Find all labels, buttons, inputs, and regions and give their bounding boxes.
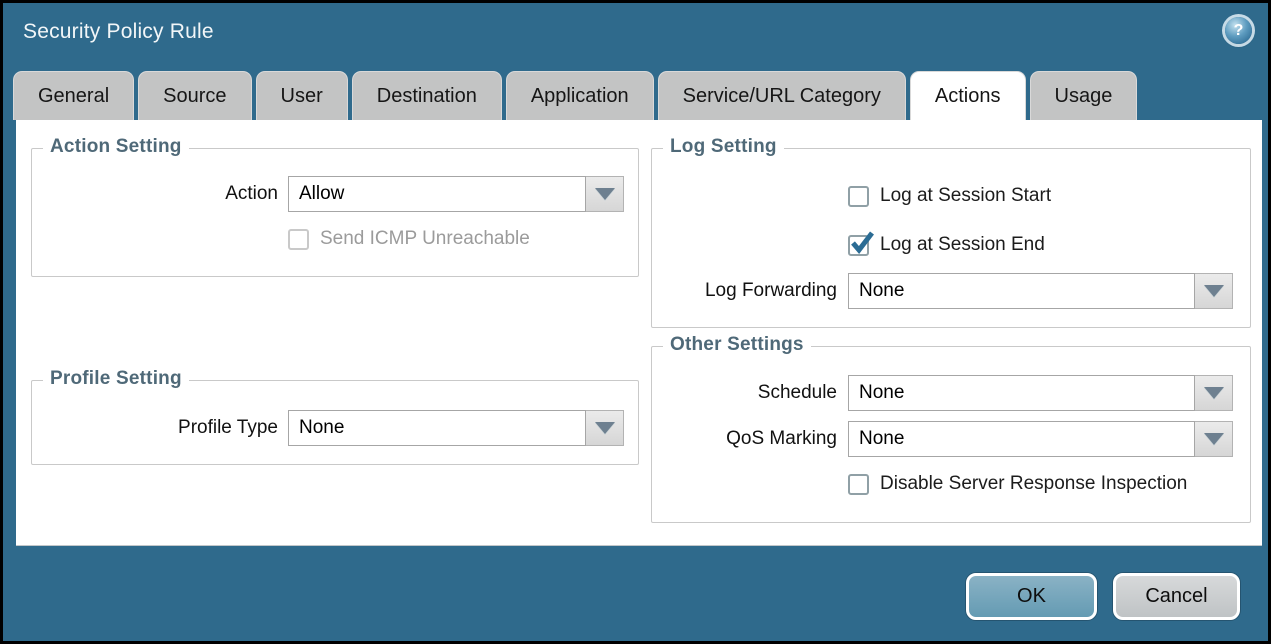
profile-type-value: None <box>299 417 344 439</box>
qos-marking-dropdown[interactable]: None <box>848 421 1195 457</box>
cancel-button[interactable]: Cancel <box>1113 573 1240 620</box>
dsri-label: Disable Server Response Inspection <box>880 473 1187 495</box>
profile-setting-group: Profile Setting Profile Type None <box>31 380 639 465</box>
action-label: Action <box>32 183 288 205</box>
send-icmp-row: Send ICMP Unreachable <box>32 228 638 250</box>
ok-button[interactable]: OK <box>966 573 1097 620</box>
profile-type-combo: None <box>288 410 624 446</box>
other-settings-group: Other Settings Schedule None QoS Marking… <box>651 346 1251 523</box>
tab-label: Destination <box>377 85 477 108</box>
log-setting-group: Log Setting Log at Session Start Log at … <box>651 148 1251 328</box>
qos-marking-combo: None <box>848 421 1233 457</box>
action-combo: Allow <box>288 176 624 212</box>
log-setting-legend: Log Setting <box>663 136 784 158</box>
chevron-down-icon <box>595 188 615 200</box>
send-icmp-label: Send ICMP Unreachable <box>320 228 530 250</box>
profile-type-dropdown-button[interactable] <box>586 410 624 446</box>
schedule-dropdown[interactable]: None <box>848 375 1195 411</box>
send-icmp-checkbox[interactable] <box>288 229 309 250</box>
chevron-down-icon <box>1204 387 1224 399</box>
tab-label: Usage <box>1055 85 1113 108</box>
log-forwarding-combo: None <box>848 273 1233 309</box>
dsri-row: Disable Server Response Inspection <box>652 473 1250 495</box>
log-forwarding-dropdown[interactable]: None <box>848 273 1195 309</box>
tab-label: User <box>281 85 323 108</box>
check-icon <box>849 230 875 256</box>
log-session-start-checkbox[interactable] <box>848 186 869 207</box>
tab-destination[interactable]: Destination <box>352 71 502 120</box>
tab-label: General <box>38 85 109 108</box>
action-setting-legend: Action Setting <box>43 136 189 158</box>
tab-label: Source <box>163 85 226 108</box>
chevron-down-icon <box>1204 285 1224 297</box>
ok-button-label: OK <box>1017 585 1046 608</box>
profile-setting-legend: Profile Setting <box>43 368 189 390</box>
profile-type-dropdown[interactable]: None <box>288 410 586 446</box>
qos-marking-dropdown-button[interactable] <box>1195 421 1233 457</box>
log-session-end-row: Log at Session End <box>652 234 1250 256</box>
profile-type-label: Profile Type <box>32 417 288 439</box>
log-session-start-label: Log at Session Start <box>880 185 1051 207</box>
chevron-down-icon <box>595 422 615 434</box>
tab-service-url-category[interactable]: Service/URL Category <box>658 71 906 120</box>
action-dropdown[interactable]: Allow <box>288 176 586 212</box>
title-bar: Security Policy Rule ? <box>3 3 1268 65</box>
tab-actions[interactable]: Actions <box>910 71 1026 120</box>
log-forwarding-label: Log Forwarding <box>652 280 848 302</box>
action-value: Allow <box>299 183 344 205</box>
cancel-button-label: Cancel <box>1145 585 1207 608</box>
action-setting-group: Action Setting Action Allow Send ICMP Un… <box>31 148 639 277</box>
log-session-end-label: Log at Session End <box>880 234 1045 256</box>
log-session-end-checkbox[interactable] <box>848 235 869 256</box>
qos-marking-label: QoS Marking <box>652 428 848 450</box>
schedule-label: Schedule <box>652 382 848 404</box>
security-policy-rule-dialog: Security Policy Rule ? General Source Us… <box>0 0 1271 644</box>
help-icon[interactable]: ? <box>1225 17 1252 44</box>
schedule-dropdown-button[interactable] <box>1195 375 1233 411</box>
tab-application[interactable]: Application <box>506 71 654 120</box>
dsri-checkbox[interactable] <box>848 474 869 495</box>
schedule-combo: None <box>848 375 1233 411</box>
log-forwarding-value: None <box>859 280 904 302</box>
dialog-title: Security Policy Rule <box>23 20 214 44</box>
tab-general[interactable]: General <box>13 71 134 120</box>
tab-bar: General Source User Destination Applicat… <box>13 71 1258 120</box>
action-dropdown-button[interactable] <box>586 176 624 212</box>
tab-label: Actions <box>935 85 1001 108</box>
schedule-value: None <box>859 382 904 404</box>
chevron-down-icon <box>1204 433 1224 445</box>
qos-marking-value: None <box>859 428 904 450</box>
log-session-start-row: Log at Session Start <box>652 185 1250 207</box>
other-settings-legend: Other Settings <box>663 334 811 356</box>
log-forwarding-dropdown-button[interactable] <box>1195 273 1233 309</box>
tab-label: Service/URL Category <box>683 85 881 108</box>
tab-content-panel: Action Setting Action Allow Send ICMP Un… <box>16 120 1262 546</box>
tab-source[interactable]: Source <box>138 71 251 120</box>
tab-usage[interactable]: Usage <box>1030 71 1138 120</box>
help-glyph: ? <box>1234 22 1244 40</box>
tab-label: Application <box>531 85 629 108</box>
tab-user[interactable]: User <box>256 71 348 120</box>
